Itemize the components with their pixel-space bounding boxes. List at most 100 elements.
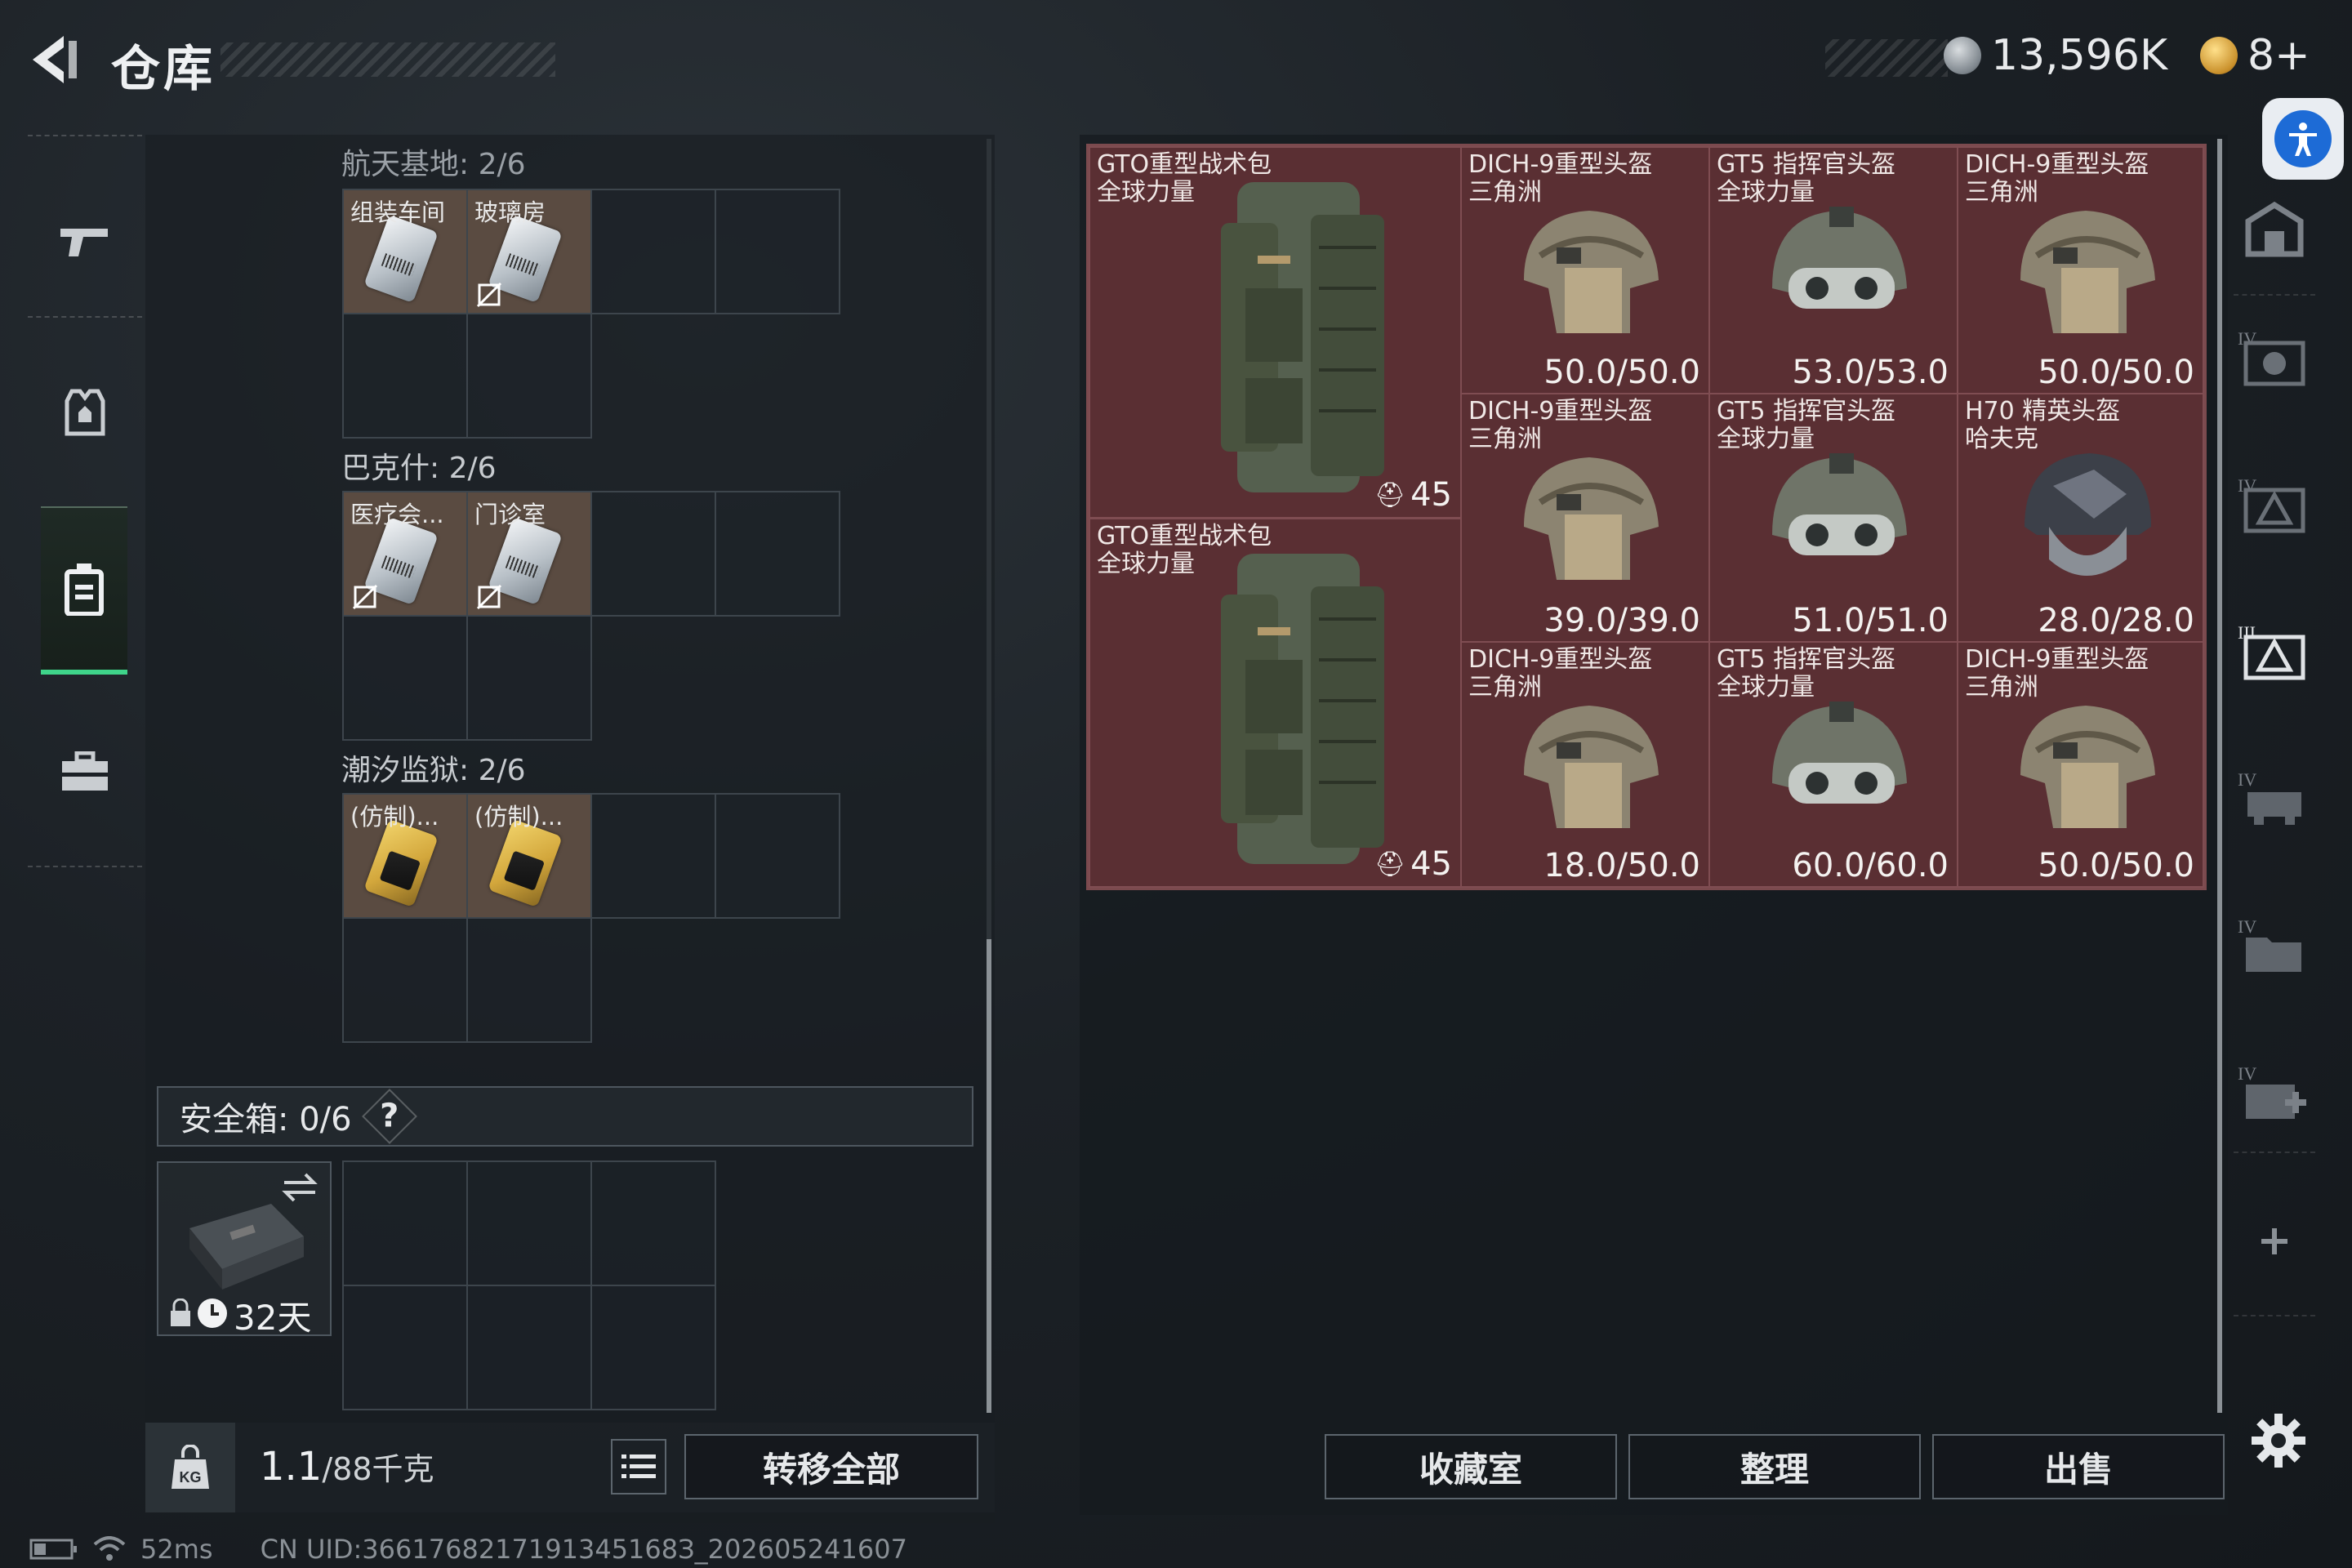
item-tag: (仿制)... — [474, 803, 564, 831]
grid-gap — [590, 313, 716, 439]
weight-lock-button[interactable]: KG — [145, 1423, 235, 1512]
item-name: DICH-9重型头盔 — [1468, 397, 1653, 425]
item-tag: 医疗会... — [350, 501, 444, 528]
sell-button[interactable]: 出售 — [1932, 1434, 2225, 1499]
helmet-item[interactable]: DICH-9重型头盔 三角洲 50.0/50.0 — [1460, 146, 1710, 394]
empty-slot[interactable] — [590, 491, 716, 617]
empty-slot[interactable] — [466, 313, 592, 439]
helmet-item[interactable]: DICH-9重型头盔 三角洲 18.0/50.0 — [1460, 641, 1710, 888]
svg-text:IV: IV — [2238, 769, 2256, 790]
gold-keycard-icon — [488, 818, 563, 908]
container-scrollbar[interactable] — [987, 139, 991, 1413]
backpack-tab[interactable] — [41, 506, 127, 675]
grid-gap — [590, 917, 716, 1043]
key-card-slot[interactable]: 门诊室 — [466, 491, 592, 617]
container-grid: (仿制)... (仿制)... — [342, 793, 840, 1043]
tier4-armor-icon: IV — [2238, 475, 2305, 533]
empty-slot[interactable] — [342, 917, 468, 1043]
helmet-item[interactable]: GT5 指挥官头盔 全球力量 60.0/60.0 — [1708, 641, 1958, 888]
key-card-slot[interactable]: (仿制)... — [342, 793, 468, 919]
tactical-backpack-icon — [1221, 182, 1384, 492]
helmet-item[interactable]: GT5 指挥官头盔 全球力量 51.0/51.0 — [1708, 393, 1958, 643]
item-name: H70 精英头盔 — [1965, 397, 2121, 425]
ticket-display: 8+ — [2200, 31, 2310, 80]
filter-tier4-folder[interactable]: IV — [2234, 890, 2315, 1004]
filter-tier4-vehicle[interactable]: IV — [2234, 743, 2315, 858]
helmet-item[interactable]: DICH-9重型头盔 三角洲 39.0/39.0 — [1460, 393, 1710, 643]
backpack-item[interactable]: GTO重型战术包 全球力量 ⛑ 45 — [1089, 518, 1462, 888]
transfer-all-button[interactable]: 转移全部 — [684, 1434, 978, 1499]
key-card-slot[interactable]: 玻璃房 — [466, 189, 592, 314]
no-transfer-icon — [476, 282, 502, 308]
section-label: 巴克什: 2/6 — [341, 452, 497, 485]
empty-slot[interactable] — [466, 615, 592, 741]
key-card-slot[interactable]: (仿制)... — [466, 793, 592, 919]
empty-slot[interactable] — [342, 313, 468, 439]
toolbox-tab[interactable] — [28, 690, 142, 853]
item-name: GT5 指挥官头盔 — [1717, 397, 1896, 425]
filter-tier4-helmet[interactable]: IV — [2234, 302, 2315, 416]
backpack-item[interactable]: GTO重型战术包 全球力量 ⛑ 45 — [1089, 146, 1462, 519]
filter-tier3-armor[interactable]: III — [2234, 596, 2315, 710]
ticket-icon — [2200, 37, 2238, 74]
empty-slot[interactable] — [715, 793, 840, 919]
header-decoration — [1825, 39, 1948, 77]
accessibility-button[interactable] — [2262, 98, 2344, 180]
armor-tab[interactable] — [28, 331, 142, 494]
helmet-item[interactable]: DICH-9重型头盔 三角洲 50.0/50.0 — [1957, 641, 2204, 888]
filter-tier4-medkit[interactable]: IV — [2234, 1037, 2315, 1152]
helmet-item[interactable]: H70 精英头盔 哈夫克 28.0/28.0 — [1957, 393, 2204, 643]
safe-box-item[interactable]: 32天 — [157, 1161, 332, 1338]
svg-text:KG: KG — [180, 1469, 202, 1486]
filter-tier4-armor[interactable]: IV — [2234, 449, 2315, 564]
item-faction: 全球力量 — [1717, 178, 1815, 207]
empty-slot[interactable] — [590, 1285, 716, 1410]
empty-slot[interactable] — [590, 189, 716, 314]
page-title: 仓库 — [111, 41, 216, 98]
empty-slot[interactable] — [590, 1160, 716, 1286]
item-faction: 全球力量 — [1717, 673, 1815, 702]
empty-slot[interactable] — [342, 1160, 468, 1286]
safe-box-header: 安全箱: 0/6 ? — [157, 1086, 973, 1147]
empty-slot[interactable] — [342, 615, 468, 741]
svg-text:IV: IV — [2238, 1063, 2256, 1084]
add-filter-button[interactable] — [2234, 1184, 2315, 1298]
coin-icon — [1944, 37, 1981, 74]
item-tag: 组装车间 — [350, 198, 446, 226]
back-arrow-icon — [33, 36, 77, 83]
item-durability: 51.0/51.0 — [1792, 602, 1949, 639]
scrollbar-thumb[interactable] — [987, 939, 991, 1413]
empty-slot[interactable] — [715, 189, 840, 314]
key-card-slot[interactable]: 组装车间 — [342, 189, 468, 314]
stash-scrollbar[interactable] — [2217, 139, 2222, 1413]
empty-slot[interactable] — [342, 1285, 468, 1410]
section-label: 潮汐监狱: 2/6 — [341, 754, 526, 787]
sort-button[interactable]: 整理 — [1628, 1434, 1921, 1499]
helmet-item[interactable]: GT5 指挥官头盔 全球力量 53.0/53.0 — [1708, 146, 1958, 394]
safe-box-icon — [189, 1204, 304, 1290]
empty-slot[interactable] — [466, 917, 592, 1043]
item-durability: 39.0/39.0 — [1544, 602, 1700, 639]
status-bar: 52ms CN UID:3661768217191345168З_2026052… — [29, 1534, 907, 1565]
helmet-item[interactable]: DICH-9重型头盔 三角洲 50.0/50.0 — [1957, 146, 2204, 394]
empty-slot[interactable] — [466, 1285, 592, 1410]
back-button[interactable] — [24, 31, 82, 88]
left-category-nav — [28, 135, 142, 870]
stash-grid: GTO重型战术包 全球力量 ⛑ 45 GTO重型战术包 全球力量 ⛑ 45 DICH-9… — [1086, 144, 2207, 890]
empty-slot[interactable] — [715, 491, 840, 617]
empty-slot[interactable] — [466, 1160, 592, 1286]
help-button[interactable]: ? — [361, 1089, 417, 1144]
grid-gap — [715, 313, 840, 439]
list-view-button[interactable] — [611, 1439, 666, 1494]
key-card-slot[interactable]: 医疗会... — [342, 491, 468, 617]
settings-button[interactable] — [2247, 1410, 2310, 1472]
weight-max: /88千克 — [322, 1451, 434, 1487]
weapon-tab[interactable] — [28, 159, 142, 323]
empty-slot[interactable] — [590, 793, 716, 919]
swap-icon — [282, 1173, 318, 1202]
item-faction: 三角洲 — [1468, 673, 1542, 702]
collection-room-button[interactable]: 收藏室 — [1325, 1434, 1617, 1499]
filter-all[interactable] — [2234, 172, 2315, 286]
ticket-value: 8+ — [2247, 31, 2310, 80]
goggle-helmet-icon — [1772, 207, 1907, 309]
